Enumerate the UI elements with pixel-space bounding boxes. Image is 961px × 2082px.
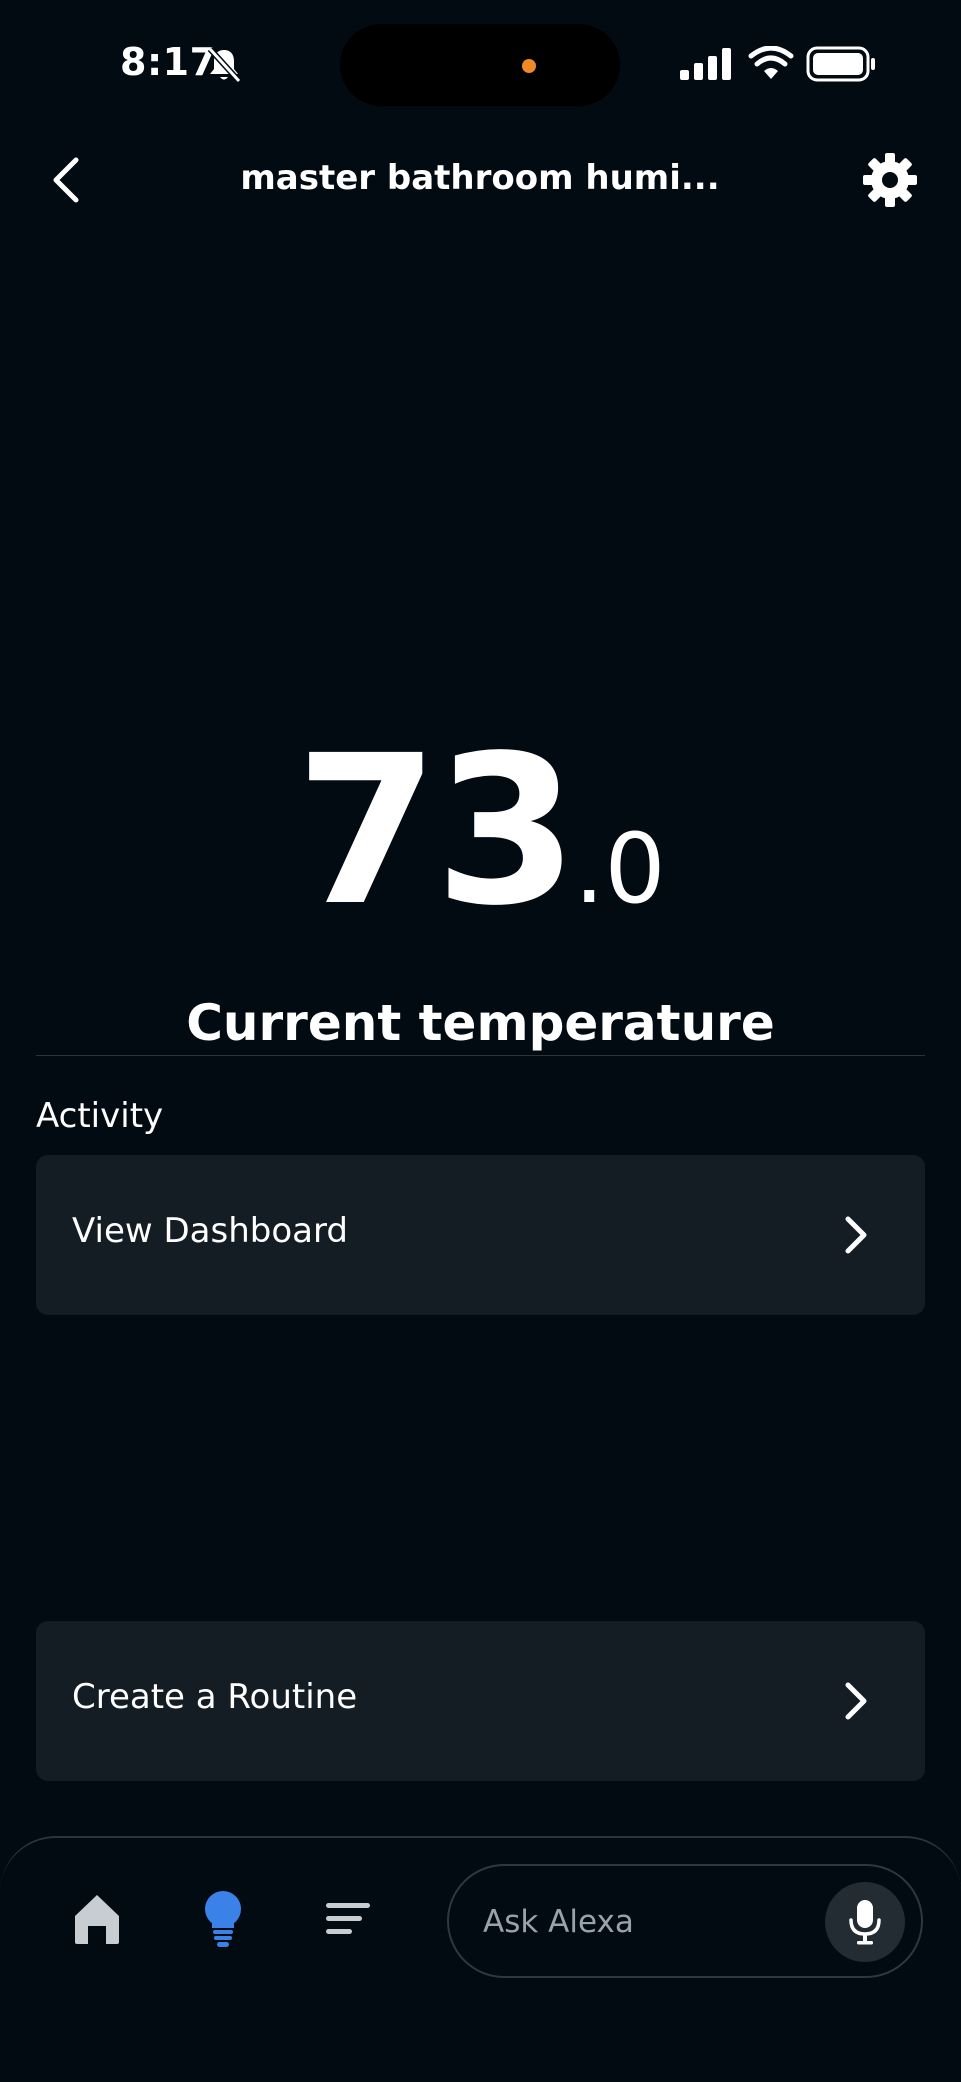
privacy-indicator <box>522 59 536 73</box>
bell-slash-icon <box>207 46 242 84</box>
create-routine-button[interactable]: Create a Routine <box>36 1621 925 1781</box>
microphone-button[interactable] <box>825 1882 905 1962</box>
ask-alexa-placeholder: Ask Alexa <box>483 1904 634 1940</box>
dynamic-island <box>340 24 620 106</box>
lightbulb-icon[interactable] <box>202 1890 244 1950</box>
back-button[interactable] <box>42 152 94 208</box>
activity-section-title: Activity <box>36 1096 164 1136</box>
view-dashboard-label: View Dashboard <box>72 1211 348 1251</box>
wifi-icon <box>748 46 794 79</box>
cellular-signal-icon <box>680 48 731 80</box>
microphone-icon <box>849 1900 881 1945</box>
list-icon[interactable] <box>324 1900 372 1938</box>
reading-decimal: .0 <box>574 813 666 925</box>
chevron-right-icon <box>845 1216 867 1254</box>
gear-icon[interactable] <box>862 152 918 208</box>
ask-alexa-bar[interactable]: Ask Alexa <box>447 1864 923 1978</box>
create-routine-label: Create a Routine <box>72 1677 358 1717</box>
reading-integer: 73 <box>295 711 578 951</box>
status-time: 8:17 <box>120 40 217 84</box>
temperature-reading: 73.0 <box>0 728 961 934</box>
divider <box>36 1055 925 1056</box>
chevron-right-icon <box>845 1682 867 1720</box>
page-title: master bathroom humi... <box>240 158 720 198</box>
battery-icon <box>806 46 875 82</box>
home-icon[interactable] <box>70 1890 124 1946</box>
view-dashboard-button[interactable]: View Dashboard <box>36 1155 925 1315</box>
reading-label: Current temperature <box>186 994 775 1052</box>
